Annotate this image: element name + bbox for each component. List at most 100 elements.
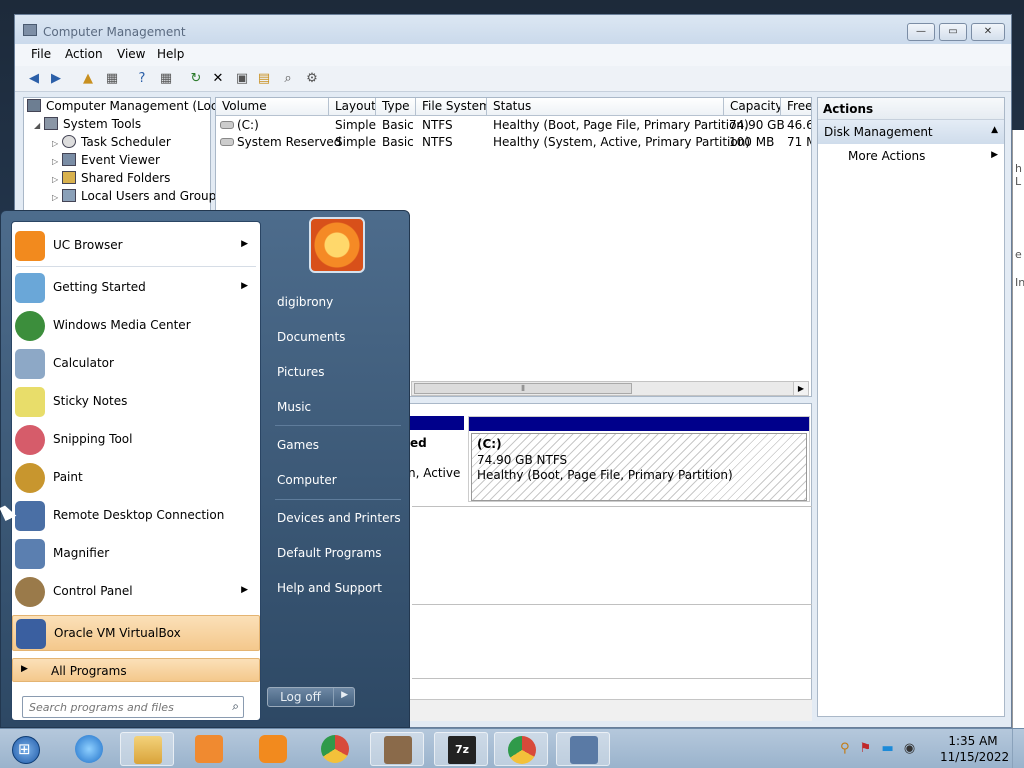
column-free[interactable]: Free: [781, 98, 811, 116]
program-calculator[interactable]: Calculator: [12, 346, 260, 382]
tree-item-system-tools[interactable]: ◢ System Tools: [34, 117, 141, 131]
program-windows-media-center[interactable]: Windows Media Center: [12, 308, 260, 344]
menu-view[interactable]: View: [117, 47, 145, 61]
taskbar-7zip[interactable]: 7z: [434, 732, 488, 766]
more-actions[interactable]: More Actions ▶: [818, 144, 1004, 168]
log-off-control: Log off ▶: [267, 687, 355, 707]
up-folder-icon[interactable]: ▲: [79, 70, 97, 87]
horizontal-scrollbar[interactable]: ⦀ ▶: [411, 381, 809, 396]
column-file-system[interactable]: File System: [416, 98, 487, 116]
taskbar-file-explorer[interactable]: [120, 732, 174, 766]
scrollbar-thumb[interactable]: ⦀: [414, 383, 632, 394]
user-avatar[interactable]: [309, 217, 365, 273]
link-documents[interactable]: Documents: [277, 330, 345, 344]
link-music[interactable]: Music: [277, 400, 311, 414]
start-search-box[interactable]: ⌕: [22, 696, 244, 718]
link-default-programs[interactable]: Default Programs: [277, 546, 382, 560]
collapsed-icon[interactable]: ▷: [52, 193, 62, 202]
minimize-button[interactable]: —: [907, 23, 935, 41]
program-remote-desktop[interactable]: Remote Desktop Connection: [12, 498, 260, 534]
system-reserved-partition[interactable]: ed n, Active: [408, 416, 464, 502]
forward-icon[interactable]: ▶: [47, 70, 65, 87]
program-sticky-notes[interactable]: Sticky Notes: [12, 384, 260, 420]
tree-item-task-scheduler[interactable]: ▷ Task Scheduler: [52, 135, 171, 149]
search-icon[interactable]: ⌕: [232, 699, 239, 714]
program-getting-started[interactable]: Getting Started ▶: [12, 270, 260, 306]
flag-tray-icon[interactable]: ⚑: [860, 741, 872, 756]
column-type[interactable]: Type: [376, 98, 416, 116]
search-icon[interactable]: ⌕: [279, 70, 297, 87]
clock-time: 1:35 AM: [948, 734, 998, 748]
refresh-icon[interactable]: ↻: [187, 70, 205, 87]
menu-help[interactable]: Help: [157, 47, 184, 61]
program-control-panel[interactable]: Control Panel ▶: [12, 574, 260, 610]
clock-icon: [62, 135, 76, 148]
start-menu-links: digibrony Documents Pictures Music Games…: [269, 211, 409, 721]
shutdown-options-icon[interactable]: ▶: [341, 690, 348, 700]
show-hide-tree-icon[interactable]: ▦: [103, 70, 121, 87]
collapsed-icon[interactable]: ▷: [52, 139, 62, 148]
show-desktop-button[interactable]: [1012, 729, 1024, 768]
link-user-folder[interactable]: digibrony: [277, 295, 333, 309]
menu-file[interactable]: File: [31, 47, 51, 61]
c-partition[interactable]: (C:) 74.90 GB NTFS Healthy (Boot, Page F…: [468, 416, 810, 502]
actions-section-disk-management[interactable]: Disk Management ▲: [818, 120, 1004, 144]
link-help-and-support[interactable]: Help and Support: [277, 581, 382, 595]
magnifier-tray-icon[interactable]: ⚲: [840, 741, 850, 756]
help-icon[interactable]: ?: [133, 70, 151, 87]
column-capacity[interactable]: Capacity: [724, 98, 781, 116]
tree-item-shared-folders[interactable]: ▷ Shared Folders: [52, 171, 170, 185]
program-magnifier[interactable]: Magnifier: [12, 536, 260, 572]
link-computer[interactable]: Computer: [277, 473, 337, 487]
open-folder-icon[interactable]: ▤: [255, 70, 273, 87]
file-explorer-icon: [134, 736, 162, 764]
taskbar-chrome-2[interactable]: [494, 732, 548, 766]
search-input[interactable]: [23, 697, 221, 717]
program-paint[interactable]: Paint: [12, 460, 260, 496]
tree-item-event-viewer[interactable]: ▷ Event Viewer: [52, 153, 160, 167]
taskbar-computer-management[interactable]: [556, 732, 610, 766]
collapse-icon[interactable]: ▲: [991, 125, 998, 135]
network-tray-icon[interactable]: ▬: [881, 741, 893, 756]
menu-action[interactable]: Action: [65, 47, 103, 61]
program-uc-browser[interactable]: UC Browser ▶: [12, 228, 260, 264]
expanded-icon[interactable]: ◢: [34, 121, 44, 130]
taskbar-winrar[interactable]: [370, 732, 424, 766]
maximize-button[interactable]: ▭: [939, 23, 967, 41]
clock[interactable]: 1:35 AM 11/15/2022: [940, 733, 1010, 765]
column-status[interactable]: Status: [487, 98, 724, 116]
submenu-arrow-icon: ▶: [241, 239, 248, 249]
column-volume[interactable]: Volume: [216, 98, 329, 116]
close-button[interactable]: ✕: [971, 23, 1005, 41]
back-icon[interactable]: ◀: [25, 70, 43, 87]
taskbar-ie[interactable]: [62, 732, 116, 766]
show-hide-action-pane-icon[interactable]: ▦: [157, 70, 175, 87]
delete-icon[interactable]: ✕: [209, 70, 227, 87]
drive-icon: [220, 121, 234, 129]
taskbar-uc-browser[interactable]: [246, 732, 300, 766]
link-games[interactable]: Games: [277, 438, 319, 452]
actions-header: Actions: [818, 98, 1004, 120]
link-devices-and-printers[interactable]: Devices and Printers: [277, 511, 401, 525]
taskbar-media-player[interactable]: [182, 732, 236, 766]
users-icon: [62, 189, 76, 202]
program-virtualbox[interactable]: Oracle VM VirtualBox: [12, 615, 260, 651]
program-snipping-tool[interactable]: Snipping Tool: [12, 422, 260, 458]
volume-tray-icon[interactable]: ◉: [904, 741, 915, 756]
settings-icon[interactable]: ⚙: [303, 70, 321, 87]
log-off-button[interactable]: Log off: [268, 688, 334, 706]
chrome-icon: [508, 736, 536, 764]
column-layout[interactable]: Layout: [329, 98, 376, 116]
submenu-arrow-icon: ▶: [241, 585, 248, 595]
all-programs[interactable]: ▶ All Programs: [12, 658, 260, 682]
properties-icon[interactable]: ▣: [233, 70, 251, 87]
tree-item-root[interactable]: Computer Management (Local: [27, 99, 228, 113]
collapsed-icon[interactable]: ▷: [52, 175, 62, 184]
system-tray: ⚲ ⚑ ▬ ◉: [840, 741, 915, 756]
taskbar-chrome[interactable]: [308, 732, 362, 766]
link-pictures[interactable]: Pictures: [277, 365, 325, 379]
scroll-right-icon[interactable]: ▶: [793, 382, 808, 395]
tree-item-local-users[interactable]: ▷ Local Users and Groups: [52, 189, 223, 203]
collapsed-icon[interactable]: ▷: [52, 157, 62, 166]
clock-date: 11/15/2022: [940, 750, 1010, 764]
